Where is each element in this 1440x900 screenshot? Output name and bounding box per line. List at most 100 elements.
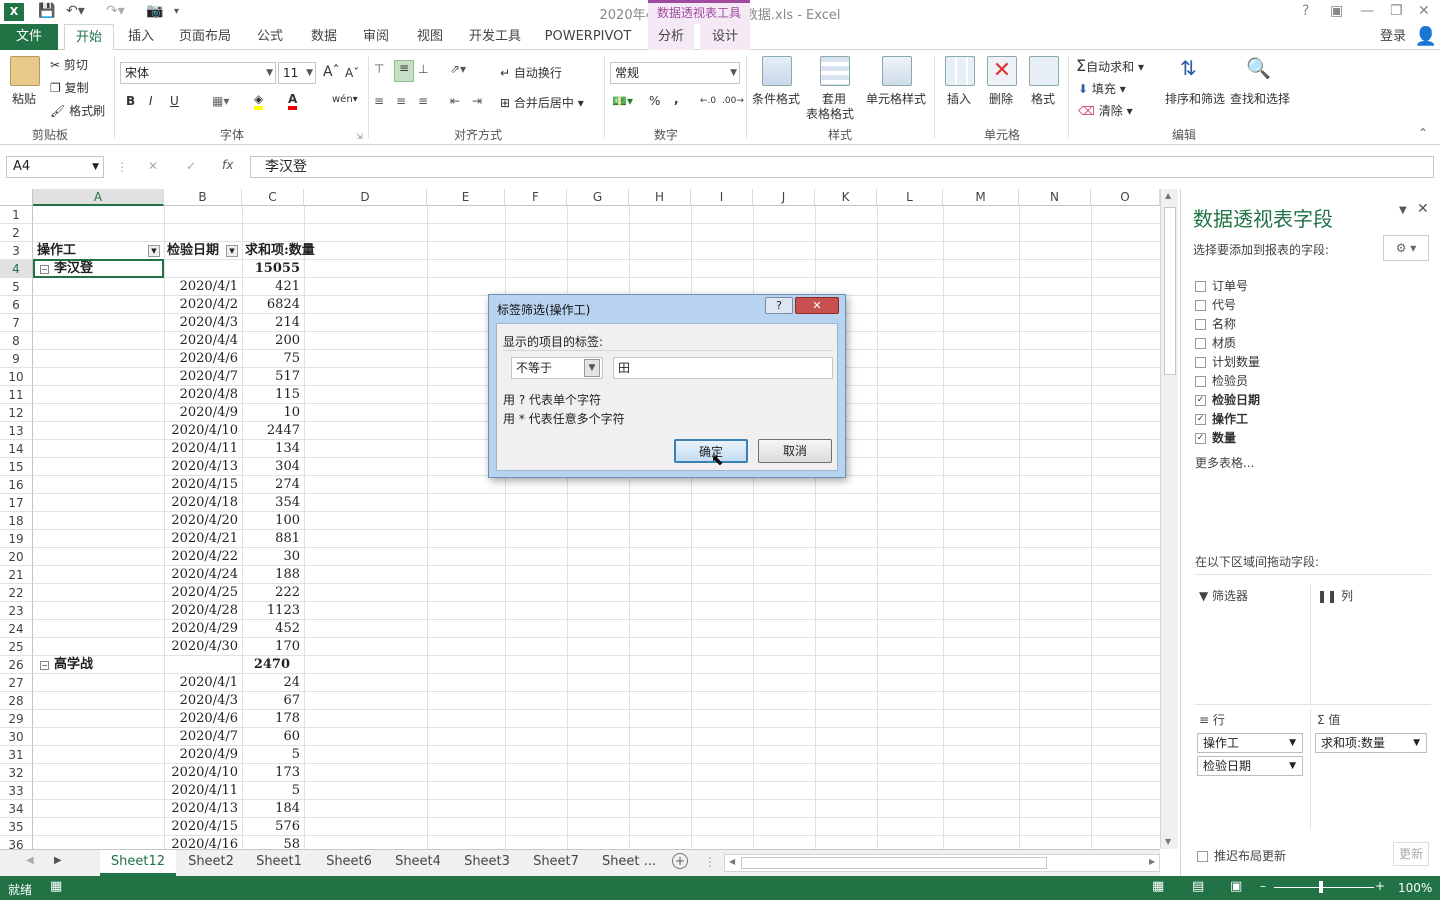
row-header[interactable]: 8 [0,332,33,350]
pivot-value-cell[interactable]: 576 [244,818,300,836]
gear-icon[interactable]: ⚙ ▾ [1383,235,1429,261]
tab-file[interactable]: 文件 [0,24,58,50]
column-header[interactable]: N [1019,189,1091,206]
pivot-date-cell[interactable]: 2020/4/29 [166,620,238,638]
delete-cells-button[interactable]: 删除 [989,90,1013,107]
pivot-value-cell[interactable]: 173 [244,764,300,782]
pivot-value-cell[interactable]: 100 [244,512,300,530]
formula-input[interactable]: 李汉登 [250,156,1434,178]
borders-icon[interactable]: ▦▾ [212,94,229,108]
insert-cells-button[interactable]: 插入 [947,90,971,107]
tab-powerpivot[interactable]: POWERPIVOT [538,24,638,50]
row-field-date[interactable]: 检验日期 ▼ [1197,756,1303,776]
font-size-select[interactable]: 11 ▼ [278,62,316,84]
filter-value-input[interactable]: 田 [613,357,833,379]
pivot-value-cell[interactable]: 5 [244,782,300,800]
row-header[interactable]: 2 [0,224,33,242]
align-top-icon[interactable]: ⊤ [374,62,384,76]
percent-button[interactable]: % [649,94,660,108]
zoom-in-icon[interactable]: + [1375,879,1385,893]
worksheet-grid[interactable]: ABCDEFGHIJKLMNO 1 2 3 4 5 6 7 8 9 10 11 12 13 14 15 16 1… [0,189,1160,849]
row-header[interactable]: 7 [0,314,33,332]
minimize-button[interactable]: — [1360,3,1374,19]
pivot-date-cell[interactable]: 2020/4/28 [166,602,238,620]
ribbon-display-icon[interactable]: ▣ [1330,3,1343,19]
pivot-date-cell[interactable]: 2020/4/9 [166,746,238,764]
find-select-button[interactable]: 查找和选择 [1230,90,1290,107]
copy-button[interactable]: ❐ 复制 [50,79,89,96]
pivot-value-cell[interactable]: 452 [244,620,300,638]
sort-filter-button[interactable]: 排序和筛选 [1165,90,1225,107]
increase-decimal-icon[interactable]: ←.0 [700,96,716,106]
sheet-tab-active[interactable]: Sheet12 [100,850,176,876]
field-item[interactable]: ✓ 检验日期 [1195,391,1260,408]
column-header[interactable]: K [815,189,877,206]
scroll-left-icon[interactable]: ◀ [729,857,735,866]
pivot-date-cell[interactable]: 2020/4/1 [166,674,238,692]
pivot-date-cell[interactable]: 2020/4/21 [166,530,238,548]
pivot-value-cell[interactable]: 2447 [244,422,300,440]
pivot-date-cell[interactable]: 2020/4/3 [166,692,238,710]
defer-update-option[interactable]: 推迟布局更新 [1197,847,1286,864]
sort-filter-icon[interactable]: ⇅ [1180,56,1197,80]
pivot-date-cell[interactable]: 2020/4/15 [166,476,238,494]
row-header[interactable]: 3 [0,242,33,260]
sheet-tab[interactable]: Sheet7 [523,850,589,874]
pivot-date-cell[interactable]: 2020/4/22 [166,548,238,566]
tab-data[interactable]: 数据 [302,24,346,50]
format-as-table-line2[interactable]: 表格格式 [806,105,854,122]
align-bottom-icon[interactable]: ⊥ [418,62,428,76]
vertical-scroll-thumb[interactable] [1164,207,1176,375]
close-button[interactable]: ✕ [1418,3,1430,19]
column-header[interactable]: H [629,189,691,206]
column-header[interactable]: D [304,189,427,206]
conditional-format-icon[interactable] [762,56,792,86]
row-header[interactable]: 20 [0,548,33,566]
field-checkbox[interactable]: ✓ [1195,414,1206,425]
field-checkbox[interactable] [1195,319,1206,330]
row-header[interactable]: 1 [0,206,33,224]
insert-function-button[interactable]: fx [222,158,233,172]
orientation-icon[interactable]: ⇗▾ [450,62,466,76]
pivot-value-cell[interactable]: 421 [244,278,300,296]
row-field-operator[interactable]: 操作工 ▼ [1197,733,1303,753]
row-header[interactable]: 29 [0,710,33,728]
pivot-date-cell[interactable]: 2020/4/11 [166,782,238,800]
scroll-down-icon[interactable]: ▼ [1165,837,1171,846]
field-checkbox[interactable]: ✓ [1195,433,1206,444]
pivot-value-cell[interactable]: 6824 [244,296,300,314]
row-header[interactable]: 22 [0,584,33,602]
wrap-text-button[interactable]: ↵ 自动换行 [500,64,562,81]
field-item[interactable]: 订单号 [1195,277,1248,294]
pivot-date-cell[interactable]: 2020/4/13 [166,458,238,476]
row-header[interactable]: 17 [0,494,33,512]
column-header[interactable]: C [242,189,304,206]
row-header[interactable]: 15 [0,458,33,476]
column-header[interactable]: B [164,189,242,206]
pivot-date-cell[interactable]: 2020/4/15 [166,818,238,836]
pivot-date-cell[interactable]: 2020/4/11 [166,440,238,458]
row-header[interactable]: 34 [0,800,33,818]
tab-analyze[interactable]: 分析 [648,24,694,50]
fill-color-icon[interactable]: ◈ [254,92,264,110]
row-header[interactable]: 33 [0,782,33,800]
insert-cells-icon[interactable] [945,56,975,86]
conditional-format-button[interactable]: 条件格式 [752,90,800,107]
font-color-icon[interactable]: A [288,92,298,110]
column-header[interactable]: J [753,189,815,206]
field-checkbox[interactable]: ✓ [1195,395,1206,406]
vertical-scrollbar[interactable]: ▲ ▼ [1160,189,1178,849]
operator-select[interactable]: 不等于 ▼ [511,357,603,379]
field-item[interactable]: 检验员 [1195,372,1248,389]
row-header[interactable]: 14 [0,440,33,458]
zoom-level[interactable]: 100% [1398,881,1432,895]
pivot-value-cell[interactable]: 517 [244,368,300,386]
tab-formulas[interactable]: 公式 [248,24,292,50]
pivot-value-cell[interactable]: 60 [244,728,300,746]
tab-review[interactable]: 审阅 [354,24,398,50]
name-box[interactable]: A4 ▼ [6,156,104,178]
paste-icon[interactable] [10,56,40,86]
pivot-date-cell[interactable]: 2020/4/20 [166,512,238,530]
pivot-group-total[interactable]: 15055 [242,260,300,278]
pivot-value-cell[interactable]: 115 [244,386,300,404]
